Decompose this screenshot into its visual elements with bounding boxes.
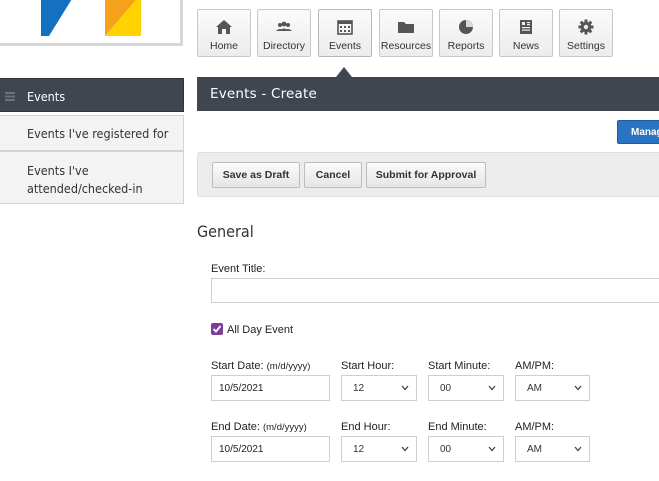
checkmark-icon	[212, 325, 222, 333]
logo-blue-mark-icon	[41, 0, 72, 36]
sidebar-item-label: Events	[27, 89, 66, 104]
end-ampm-value: AM	[527, 444, 542, 455]
start-date-input[interactable]: 10/5/2021	[211, 375, 330, 401]
page-header: Events - Create	[197, 77, 659, 111]
nav-reports-label: Reports	[447, 40, 485, 52]
chevron-down-icon	[488, 385, 496, 391]
start-hour-label: Start Hour:	[341, 360, 395, 372]
start-ampm-label: AM/PM:	[515, 360, 555, 372]
nav-resources-button[interactable]: Resources	[379, 9, 433, 57]
start-hour-value: 12	[353, 383, 365, 394]
cancel-button[interactable]: Cancel	[304, 162, 362, 188]
end-minute-select[interactable]: 00	[428, 436, 504, 462]
all-day-event-checkbox[interactable]	[211, 323, 223, 335]
pie-chart-icon	[459, 20, 473, 34]
home-icon	[216, 20, 232, 34]
nav-directory-button[interactable]: Directory	[257, 9, 311, 57]
sidebar-item-registered[interactable]: Events I've registered for	[0, 115, 184, 151]
start-ampm-value: AM	[527, 383, 542, 394]
newspaper-icon	[520, 20, 532, 34]
start-minute-select[interactable]: 00	[428, 375, 504, 401]
logo[interactable]: ®	[0, 0, 183, 46]
chevron-down-icon	[574, 385, 582, 391]
page-title: Events - Create	[210, 86, 318, 102]
sidebar-item-label-line2: attended/checked-in	[27, 181, 143, 196]
end-date-input[interactable]: 10/5/2021	[211, 436, 330, 462]
end-minute-label: End Minute:	[428, 421, 487, 433]
submit-for-approval-button[interactable]: Submit for Approval	[366, 162, 486, 188]
all-day-event-label: All Day Event	[227, 324, 294, 336]
end-ampm-label: AM/PM:	[515, 421, 555, 433]
sidebar-item-attended[interactable]: Events I've attended/checked-in	[0, 151, 184, 204]
event-title-label: Event Title:	[211, 263, 266, 275]
sidebar-item-label-line1: Events I've	[27, 163, 89, 178]
start-minute-label: Start Minute:	[428, 360, 491, 372]
nav-reports-button[interactable]: Reports	[439, 9, 493, 57]
nav-events-button[interactable]: Events	[318, 9, 372, 57]
end-hour-value: 12	[353, 444, 365, 455]
sidebar-item-events[interactable]: Events	[0, 78, 184, 112]
manage-button[interactable]: Manag	[617, 120, 659, 144]
calendar-icon	[337, 20, 353, 35]
people-icon	[276, 21, 292, 31]
nav-news-button[interactable]: News	[499, 9, 553, 57]
start-ampm-select[interactable]: AM	[515, 375, 590, 401]
end-minute-value: 00	[440, 444, 452, 455]
nav-home-button[interactable]: Home	[197, 9, 251, 57]
end-hour-label: End Hour:	[341, 421, 391, 433]
save-as-draft-button[interactable]: Save as Draft	[212, 162, 300, 188]
chevron-down-icon	[401, 385, 409, 391]
active-nav-pointer	[336, 67, 352, 77]
section-title-general: General	[197, 222, 254, 241]
start-minute-value: 00	[440, 383, 452, 394]
event-title-input[interactable]	[211, 278, 659, 303]
nav-directory-label: Directory	[262, 40, 305, 52]
nav-home-label: Home	[209, 40, 238, 52]
end-date-label: End Date: (m/d/yyyy)	[211, 421, 307, 433]
start-date-label: Start Date: (m/d/yyyy)	[211, 360, 311, 372]
folder-icon	[398, 22, 414, 33]
start-hour-select[interactable]: 12	[341, 375, 417, 401]
end-hour-select[interactable]: 12	[341, 436, 417, 462]
grid-icon	[5, 92, 15, 101]
chevron-down-icon	[488, 446, 496, 452]
end-ampm-select[interactable]: AM	[515, 436, 590, 462]
logo-registered-mark: ®	[47, 24, 52, 30]
nav-settings-button[interactable]: Settings	[559, 9, 613, 57]
gear-icon	[578, 19, 594, 35]
nav-resources-label: Resources	[380, 40, 432, 52]
nav-news-label: News	[512, 40, 540, 52]
chevron-down-icon	[401, 446, 409, 452]
action-bar: Save as Draft Cancel Submit for Approval	[197, 152, 659, 197]
logo-orange-mark-icon	[105, 0, 141, 36]
chevron-down-icon	[574, 446, 582, 452]
nav-settings-label: Settings	[567, 40, 605, 52]
nav-events-label: Events	[328, 40, 362, 52]
sidebar-item-label: Events I've registered for	[27, 126, 169, 141]
